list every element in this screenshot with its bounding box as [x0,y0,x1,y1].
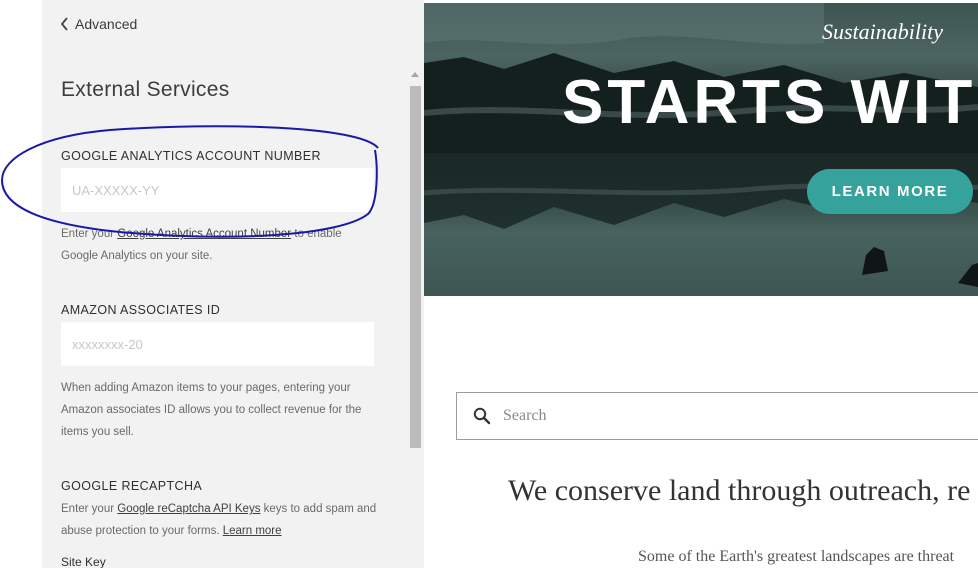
recaptcha-help: Enter your Google reCaptcha API Keys key… [61,498,377,542]
preview-body-text: Some of the Earth's greatest landscapes … [638,548,955,565]
search-input[interactable] [501,406,945,426]
search-box[interactable] [456,392,978,440]
amazon-associates-input[interactable] [61,322,374,366]
recaptcha-api-keys-link[interactable]: Google reCaptcha API Keys [117,503,260,515]
left-gutter [0,0,42,568]
google-analytics-help-link[interactable]: Google Analytics Account Number [117,228,291,240]
panel-title: External Services [61,78,230,101]
preview-heading: We conserve land through outreach, re [508,474,971,507]
google-analytics-label: GOOGLE ANALYTICS ACCOUNT NUMBER [61,149,321,163]
hero-kicker: Sustainability [822,19,943,44]
panel-scrollbar[interactable] [408,70,422,568]
site-key-label: Site Key [61,555,106,568]
search-icon [473,407,491,425]
back-link[interactable]: Advanced [60,16,137,32]
scroll-up-arrow-icon[interactable] [411,72,419,77]
recaptcha-help-prefix: Enter your [61,503,118,515]
hero-title: STARTS WITH [562,68,978,137]
hero-banner: Sustainability STARTS WITH LEARN MORE [424,3,978,296]
recaptcha-learn-more-link[interactable]: Learn more [223,525,282,537]
amazon-associates-help: When adding Amazon items to your pages, … [61,382,362,438]
scroll-thumb[interactable] [410,86,421,448]
settings-panel: Advanced External Services GOOGLE ANALYT… [42,0,424,568]
recaptcha-label: GOOGLE RECAPTCHA [61,479,203,493]
lake-forest-background [424,3,978,287]
chevron-left-icon [60,17,68,31]
google-analytics-help-prefix: Enter your [61,228,118,240]
google-analytics-help: Enter your Google Analytics Account Numb… [61,223,377,267]
learn-more-button[interactable]: LEARN MORE [807,169,973,214]
back-link-label: Advanced [75,16,138,32]
google-analytics-input[interactable] [61,168,374,212]
amazon-associates-label: AMAZON ASSOCIATES ID [61,303,221,317]
